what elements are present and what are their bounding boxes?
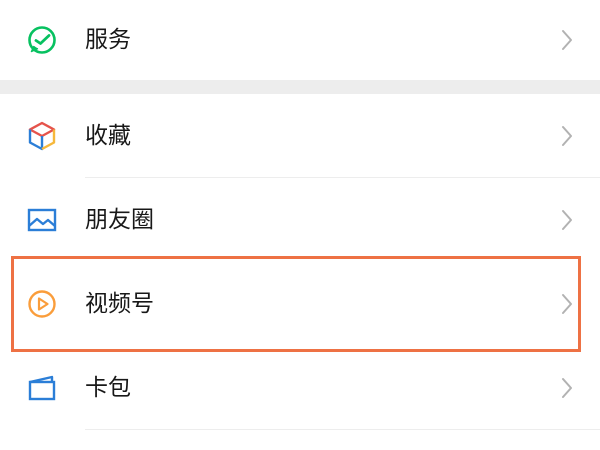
menu-item-cards[interactable]: 卡包 <box>0 346 600 430</box>
section-separator <box>0 80 600 94</box>
chevron-right-icon <box>560 376 574 400</box>
row-divider <box>85 429 600 430</box>
menu-item-moments[interactable]: 朋友圈 <box>0 178 600 262</box>
menu-item-favorites[interactable]: 收藏 <box>0 94 600 178</box>
menu-item-label: 朋友圈 <box>85 207 154 233</box>
menu-item-label: 服务 <box>85 27 131 53</box>
menu-item-label: 视频号 <box>85 291 154 317</box>
menu-item-channels[interactable]: 视频号 <box>0 262 600 346</box>
chevron-right-icon <box>560 28 574 52</box>
menu-item-label: 卡包 <box>85 375 131 401</box>
cards-wallet-icon <box>26 372 58 404</box>
wechat-pay-icon <box>26 24 58 56</box>
favorites-cube-icon <box>26 120 58 152</box>
wechat-me-menu: 服务 收藏 朋友圈 视频号 卡包 <box>0 0 600 450</box>
chevron-right-icon <box>560 292 574 316</box>
menu-item-label: 收藏 <box>85 123 131 149</box>
chevron-right-icon <box>560 124 574 148</box>
channels-play-icon <box>26 288 58 320</box>
moments-picture-icon <box>26 204 58 236</box>
menu-item-services[interactable]: 服务 <box>0 0 600 80</box>
chevron-right-icon <box>560 208 574 232</box>
